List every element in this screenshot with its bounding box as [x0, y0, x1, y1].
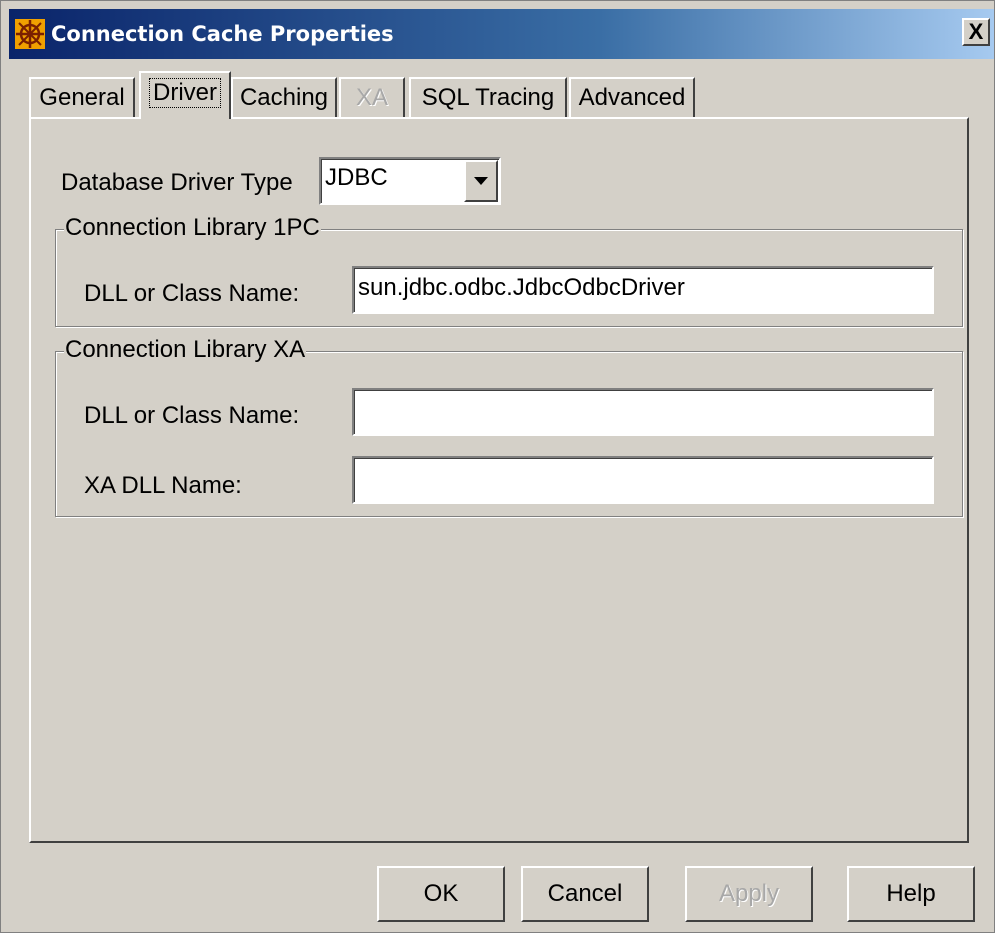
ok-button[interactable]: OK: [377, 866, 505, 922]
xa-class-name-label: DLL or Class Name:: [84, 402, 300, 429]
chevron-down-icon: [474, 172, 488, 190]
xa-dll-name-label: XA DLL Name:: [84, 472, 242, 499]
tab-sql-tracing[interactable]: SQL Tracing: [409, 77, 567, 117]
tab-caching[interactable]: Caching: [231, 77, 337, 117]
cancel-button-label: Cancel: [547, 880, 623, 907]
driver-type-value: JDBC: [325, 164, 388, 191]
class-name-label: DLL or Class Name:: [84, 280, 300, 307]
tab-general[interactable]: General: [29, 77, 135, 117]
tab-xa[interactable]: XA: [339, 77, 405, 117]
tab-driver[interactable]: Driver: [139, 71, 231, 119]
driver-type-label: Database Driver Type: [61, 169, 293, 196]
xa-dll-name-input[interactable]: [352, 456, 934, 504]
connection-library-xa-group: Connection Library XA DLL or Class Name:…: [55, 336, 963, 517]
tab-label: Advanced: [578, 84, 686, 111]
close-icon: X: [968, 19, 984, 44]
close-button[interactable]: X: [962, 18, 990, 46]
tab-label: General: [39, 84, 125, 111]
class-name-input[interactable]: sun.jdbc.odbc.JdbcOdbcDriver: [352, 266, 934, 314]
group-title: Connection Library 1PC: [64, 214, 321, 242]
ok-button-label: OK: [423, 880, 459, 907]
help-button[interactable]: Help: [847, 866, 975, 922]
tab-label: Driver: [149, 78, 221, 108]
tab-label: SQL Tracing: [421, 84, 555, 111]
window-title: Connection Cache Properties: [51, 22, 394, 46]
driver-type-select[interactable]: JDBC: [319, 157, 501, 205]
connection-library-1pc-group: Connection Library 1PC DLL or Class Name…: [55, 214, 963, 327]
xa-class-name-input[interactable]: [352, 388, 934, 436]
help-button-label: Help: [886, 880, 936, 907]
group-title: Connection Library XA: [64, 336, 307, 364]
tab-label: XA: [355, 84, 388, 111]
title-bar[interactable]: Connection Cache Properties X: [9, 9, 994, 59]
dropdown-button[interactable]: [464, 160, 498, 202]
apply-button[interactable]: Apply: [685, 866, 813, 922]
cancel-button[interactable]: Cancel: [521, 866, 649, 922]
tab-advanced[interactable]: Advanced: [569, 77, 695, 117]
connection-cache-icon: [13, 17, 47, 51]
tab-label: Caching: [239, 84, 329, 111]
driver-tab-panel: Database Driver Type JDBC Connection Lib…: [29, 117, 969, 843]
apply-button-label: Apply: [718, 880, 780, 907]
dialog-window: Connection Cache Properties X General Dr…: [0, 0, 995, 933]
